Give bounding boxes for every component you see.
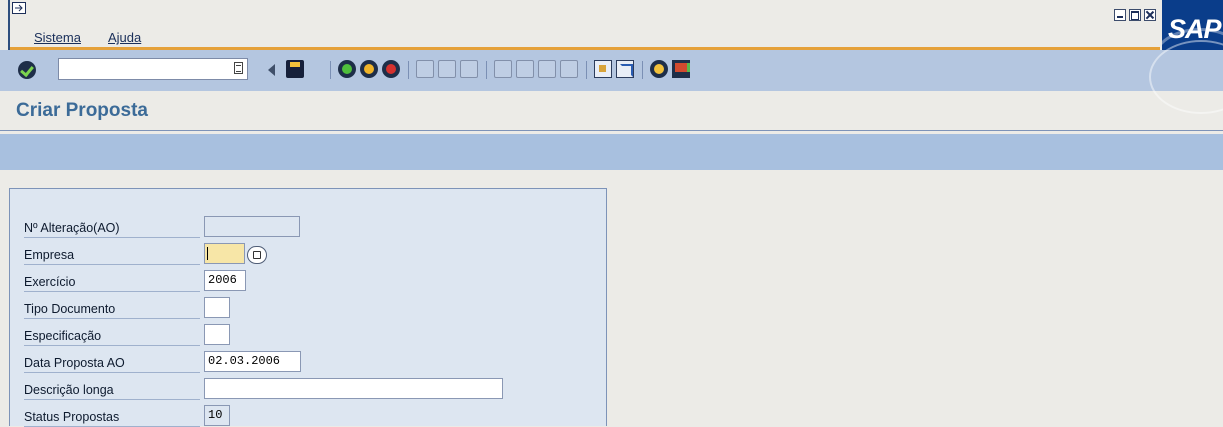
new-session-icon[interactable] <box>594 60 612 78</box>
title-divider <box>0 130 1223 131</box>
next-page-icon[interactable] <box>538 60 556 78</box>
menu-bar: Sistema Ajuda SAP <box>0 0 1223 50</box>
command-input[interactable] <box>59 59 251 81</box>
collapse-arrow-icon[interactable] <box>268 64 275 76</box>
enter-icon[interactable] <box>18 61 36 79</box>
data-proposta-field[interactable]: 02.03.2006 <box>204 351 301 372</box>
label-tipo-documento: Tipo Documento <box>24 299 200 319</box>
label-n-alteracao: Nº Alteração(AO) <box>24 218 200 238</box>
menu-bar-accent <box>8 0 10 50</box>
back-icon[interactable] <box>338 60 356 78</box>
status-propostas-field: 10 <box>204 405 230 426</box>
first-page-icon[interactable] <box>494 60 512 78</box>
command-history-icon[interactable] <box>234 62 243 74</box>
minimize-icon[interactable] <box>1114 9 1126 21</box>
system-menu-icon[interactable] <box>12 2 26 14</box>
label-data-proposta: Data Proposta AO <box>24 353 200 373</box>
label-exercicio: Exercício <box>24 272 200 292</box>
exercicio-field[interactable]: 2006 <box>204 270 246 291</box>
value-help-icon[interactable] <box>247 246 267 264</box>
shortcut-icon[interactable] <box>616 60 634 78</box>
toolbar-separator <box>642 61 643 79</box>
print-icon[interactable] <box>416 60 434 78</box>
empresa-field[interactable] <box>204 243 245 264</box>
n-alteracao-field <box>204 216 300 237</box>
application-toolbar <box>0 134 1223 170</box>
toolbar-separator <box>330 61 331 79</box>
command-field[interactable] <box>58 58 251 81</box>
find-next-icon[interactable] <box>460 60 478 78</box>
label-empresa: Empresa <box>24 245 200 265</box>
cancel-icon[interactable] <box>382 60 400 78</box>
page-title: Criar Proposta <box>16 100 148 121</box>
toolbar-separator <box>586 61 587 79</box>
toolbar-separator <box>486 61 487 79</box>
descricao-longa-field[interactable] <box>204 378 503 399</box>
toolbar-separator <box>408 61 409 79</box>
save-icon[interactable] <box>286 60 304 78</box>
menu-item-ajuda[interactable]: Ajuda <box>108 30 141 45</box>
label-status-propostas: Status Propostas <box>24 407 200 427</box>
close-icon[interactable] <box>1144 9 1156 21</box>
find-icon[interactable] <box>438 60 456 78</box>
previous-page-icon[interactable] <box>516 60 534 78</box>
help-icon[interactable] <box>650 60 668 78</box>
menu-item-sistema[interactable]: Sistema <box>34 30 81 45</box>
label-especificacao: Especificação <box>24 326 200 346</box>
layout-menu-icon[interactable] <box>672 60 690 78</box>
maximize-icon[interactable] <box>1129 9 1141 21</box>
especificacao-field[interactable] <box>204 324 230 345</box>
exit-icon[interactable] <box>360 60 378 78</box>
tipo-documento-field[interactable] <box>204 297 230 318</box>
label-descricao-longa: Descrição longa <box>24 380 200 400</box>
last-page-icon[interactable] <box>560 60 578 78</box>
